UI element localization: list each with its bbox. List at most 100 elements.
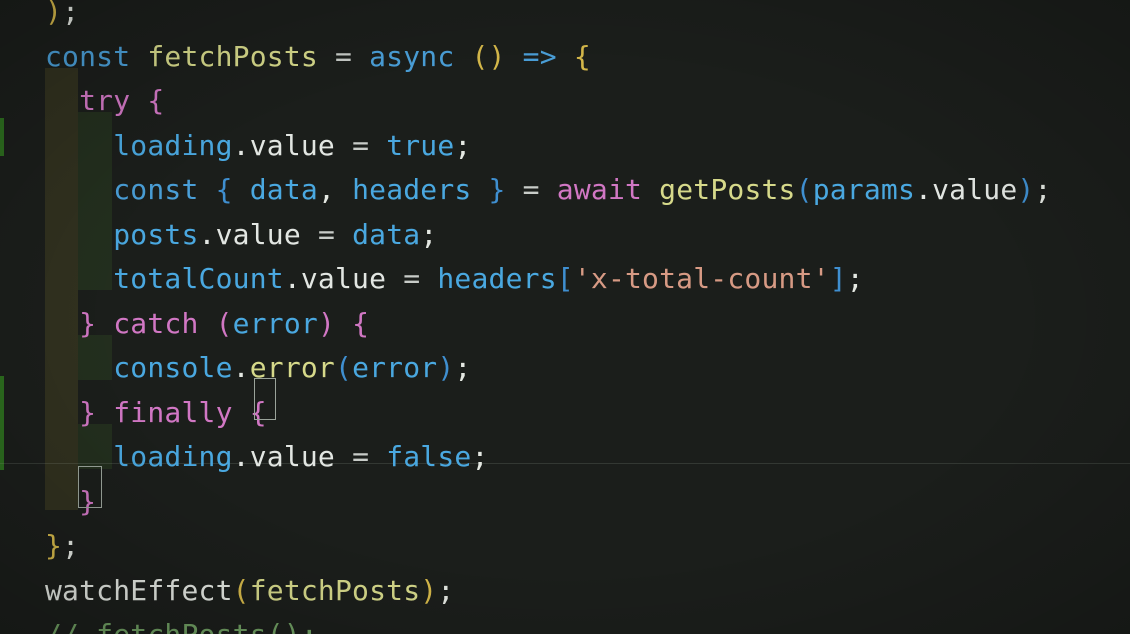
code-token: } xyxy=(488,173,506,206)
code-token: ; xyxy=(437,573,455,607)
code-token: ( xyxy=(795,173,813,206)
code-token: value xyxy=(300,262,387,295)
code-token: ( xyxy=(215,306,233,340)
code-token: [ xyxy=(556,262,574,295)
code-token: ; xyxy=(454,128,472,162)
code-token: . xyxy=(232,351,250,384)
code-line[interactable]: } xyxy=(0,480,1130,525)
code-token: headers xyxy=(352,173,472,206)
code-token: value xyxy=(249,440,335,473)
code-line[interactable]: ); xyxy=(0,0,1130,35)
code-token: () xyxy=(471,39,506,73)
code-token: } xyxy=(79,484,97,518)
code-token: ; xyxy=(471,440,489,473)
code-token: posts xyxy=(113,217,199,251)
code-token: ; xyxy=(846,262,864,295)
code-token: { xyxy=(573,39,591,73)
code-token: value xyxy=(215,217,301,251)
code-token: ( xyxy=(232,573,250,607)
code-token: = xyxy=(335,39,353,73)
code-token: ; xyxy=(62,529,80,562)
code-token: { xyxy=(352,306,370,340)
code-token: = xyxy=(352,440,370,473)
code-token: headers xyxy=(437,262,557,295)
code-token: . xyxy=(232,440,250,473)
code-token: finally xyxy=(113,395,233,429)
code-line[interactable]: posts.value = data; xyxy=(0,213,1130,258)
code-line[interactable]: totalCount.value = headers['x-total-coun… xyxy=(0,257,1130,302)
code-token: . xyxy=(232,128,250,162)
code-token: } xyxy=(79,395,97,429)
code-token: value xyxy=(932,173,1018,206)
code-line[interactable]: }; xyxy=(0,524,1130,569)
code-token: ( xyxy=(335,351,353,384)
code-token: ; xyxy=(62,0,80,28)
code-token: async xyxy=(369,39,455,73)
code-token: ) xyxy=(420,573,438,607)
code-line[interactable]: const { data, headers } = await getPosts… xyxy=(0,168,1130,213)
code-token: = xyxy=(403,262,421,295)
code-token: error xyxy=(352,351,438,384)
code-token: ) xyxy=(1017,173,1035,206)
code-token: console xyxy=(113,351,233,384)
code-token: = xyxy=(352,128,370,162)
code-token: ; xyxy=(420,217,438,251)
code-token: ) xyxy=(45,0,63,28)
code-token: = xyxy=(317,217,336,251)
code-editor-viewport[interactable]: ); const fetchPosts = async () => { try {… xyxy=(0,0,1130,634)
code-token: error xyxy=(232,306,318,340)
code-line[interactable]: } finally { xyxy=(0,391,1130,436)
code-token: watchEffect xyxy=(45,573,233,607)
code-token: . xyxy=(283,262,301,295)
code-token: value xyxy=(249,128,335,162)
code-line[interactable]: // fetchPosts(); xyxy=(0,613,1130,634)
code-token: ) xyxy=(317,306,336,340)
code-token: false xyxy=(386,440,472,473)
code-line[interactable]: const fetchPosts = async () => { xyxy=(0,35,1130,80)
code-line[interactable]: } catch (error) { xyxy=(0,302,1130,347)
code-line[interactable]: try { xyxy=(0,79,1130,124)
code-line[interactable]: loading.value = false; xyxy=(0,435,1130,480)
code-token: data xyxy=(249,173,318,206)
code-token: true xyxy=(386,128,455,162)
code-token: params xyxy=(812,173,916,206)
code-line[interactable]: loading.value = true; xyxy=(0,124,1130,169)
code-token: . xyxy=(198,217,216,251)
code-token: try xyxy=(79,84,131,117)
code-line[interactable]: console.error(error); xyxy=(0,346,1130,391)
code-line[interactable]: watchEffect(fetchPosts); xyxy=(0,569,1130,614)
code-token: loading xyxy=(113,440,233,473)
code-token: loading xyxy=(113,128,233,162)
code-token: { xyxy=(215,173,233,206)
code-token: } xyxy=(79,306,97,340)
code-token: const xyxy=(113,173,199,206)
code-token: ; xyxy=(1034,173,1052,206)
code-token: ] xyxy=(829,262,847,295)
